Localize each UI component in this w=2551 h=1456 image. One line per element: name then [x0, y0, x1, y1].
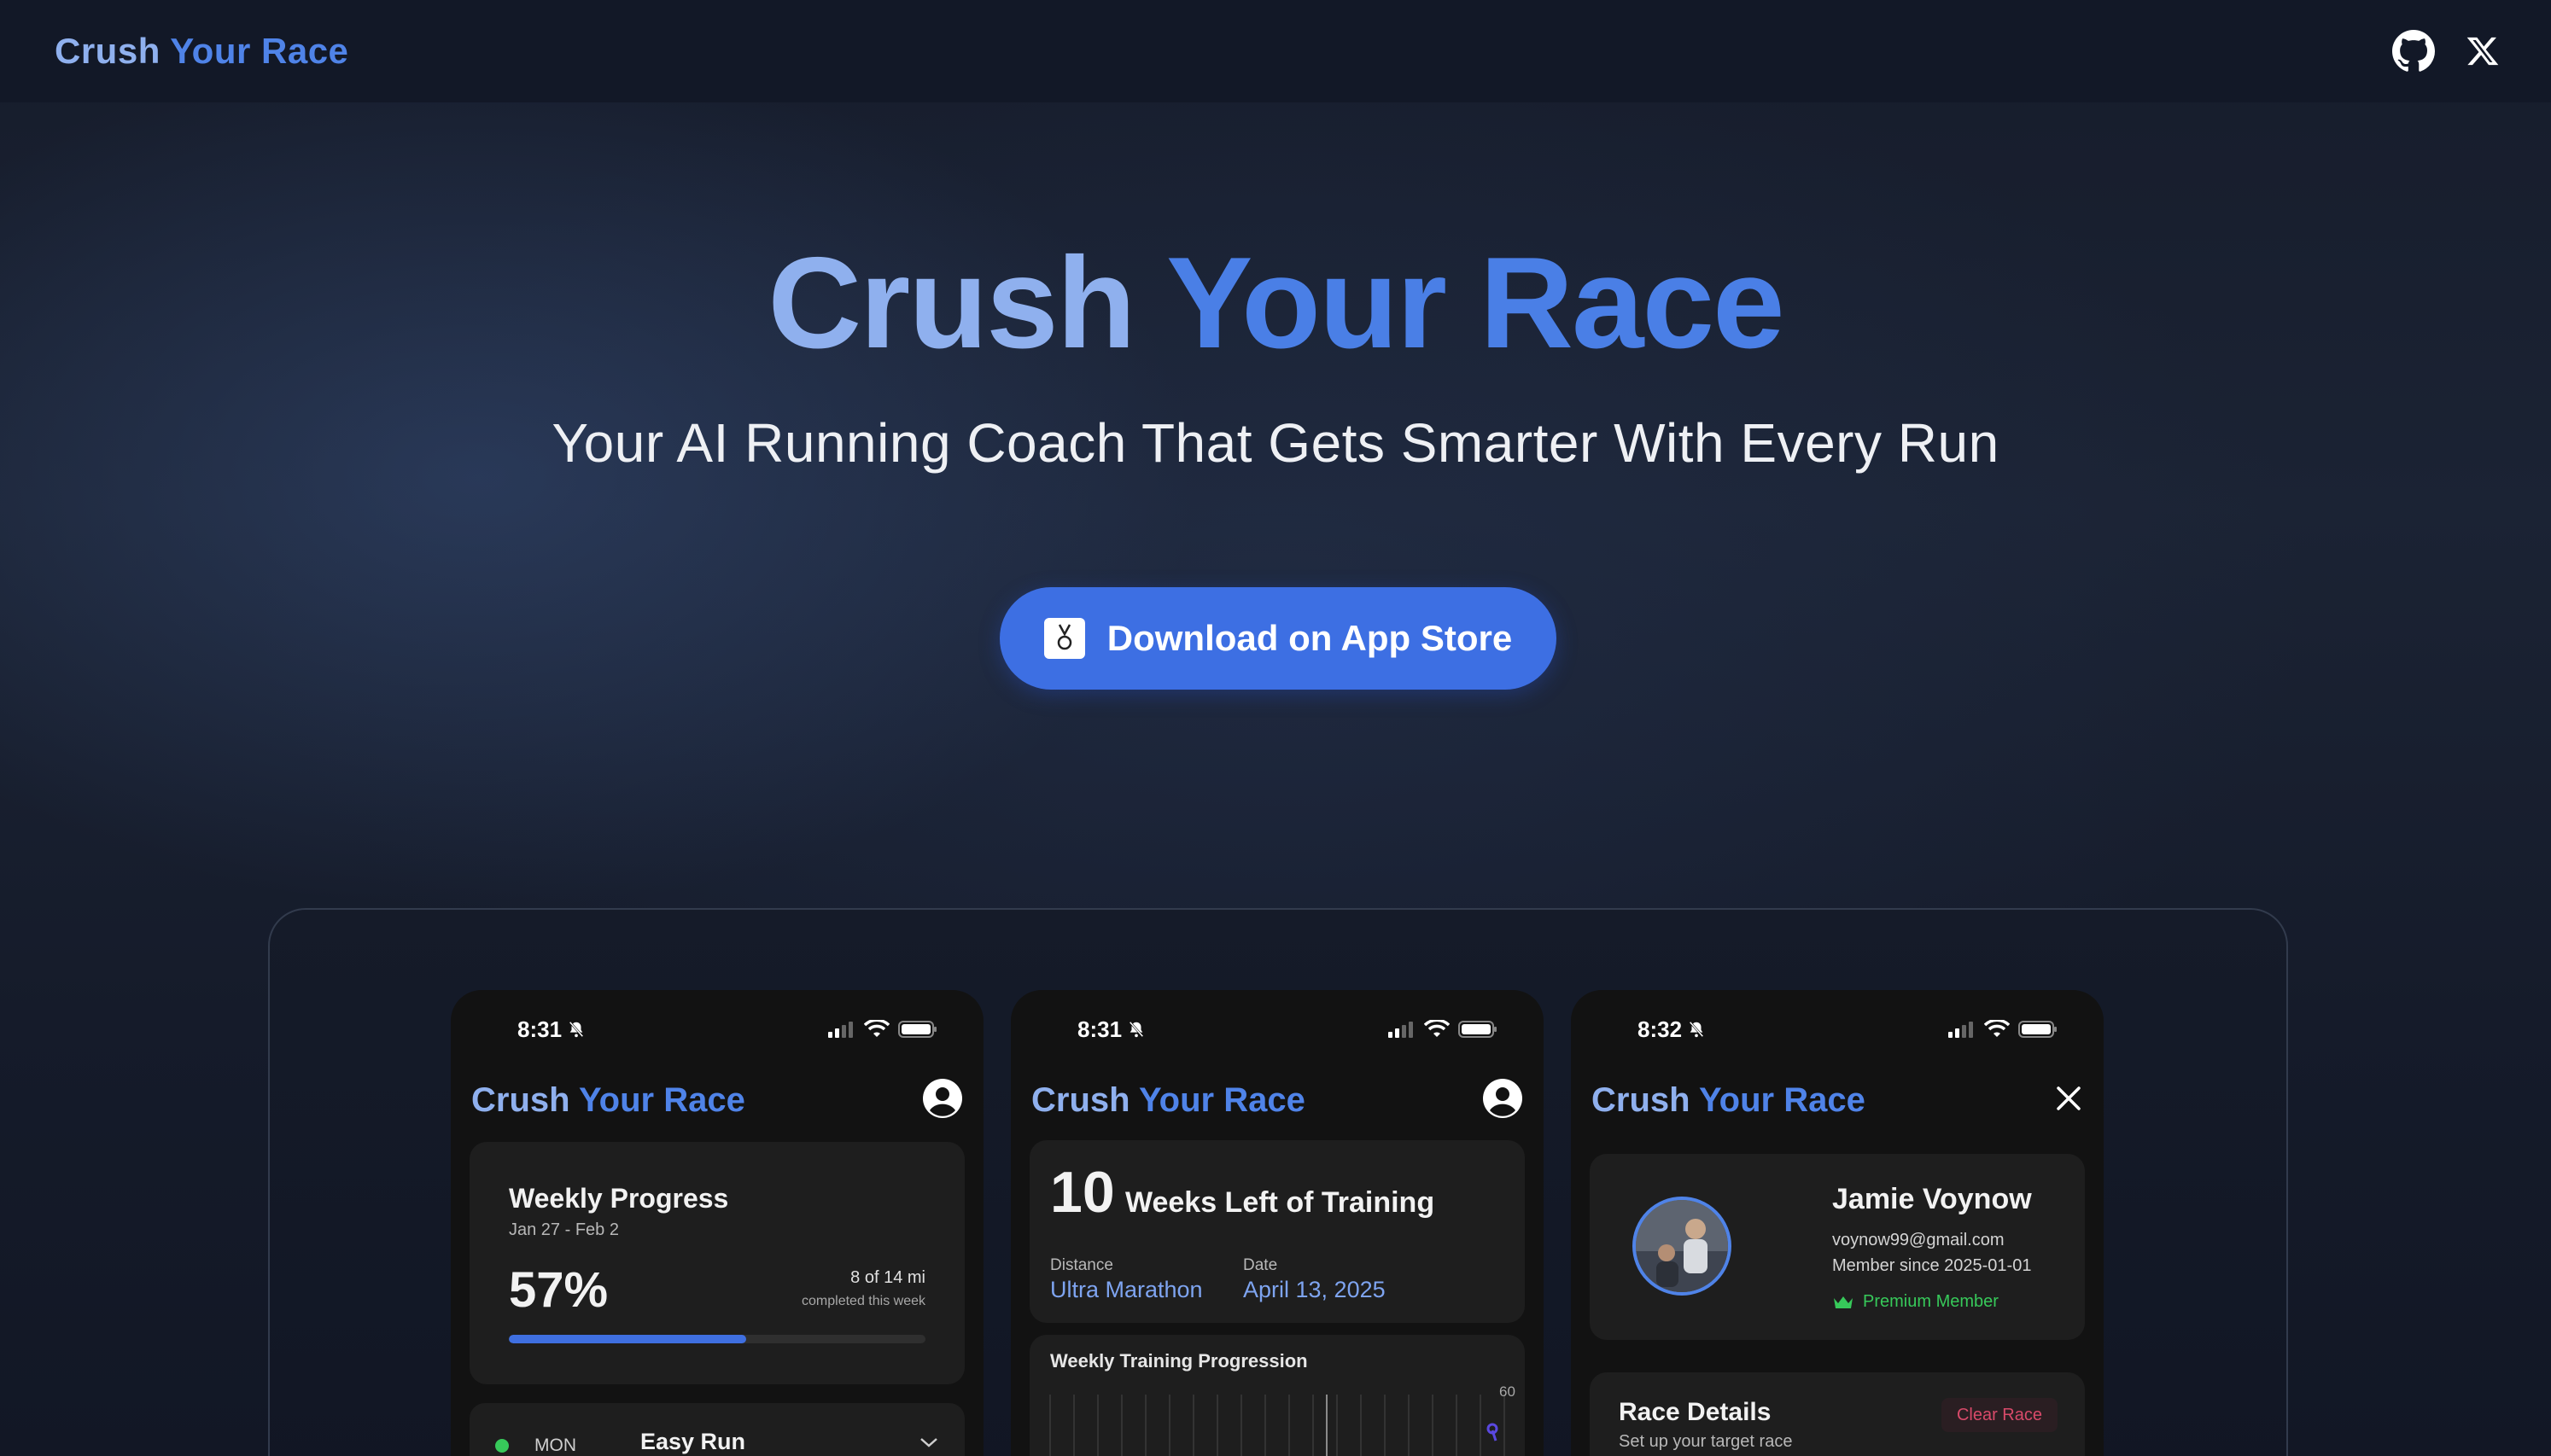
- clear-race-button[interactable]: Clear Race: [1941, 1398, 2058, 1432]
- status-time: 8:32: [1637, 1016, 1683, 1042]
- medal-icon: [1043, 618, 1085, 659]
- battery-icon: [898, 1021, 937, 1038]
- status-bar: 8:32: [1571, 1016, 2104, 1043]
- training-summary-card: 10 Weeks Left of Training Distance Ultra…: [1030, 1140, 1525, 1323]
- workout-label: Easy Run: [640, 1429, 746, 1454]
- completed-dot: [495, 1439, 509, 1453]
- phone-screen-profile: 8:32 Crush Your Race Jamie Voynow voynow…: [1571, 990, 2104, 1456]
- status-time: 8:31: [517, 1016, 563, 1042]
- distance-value: Ultra Marathon: [1050, 1277, 1203, 1302]
- mute-bell-icon: [1689, 1021, 1704, 1038]
- wifi-icon: [1984, 1020, 2010, 1037]
- app-brand-part2: Your Race: [578, 1080, 745, 1119]
- cellular-icon: [828, 1022, 853, 1038]
- distance-label: Distance: [1050, 1256, 1113, 1274]
- app-brand-part1: Crush: [1591, 1080, 1690, 1119]
- progress-bar: [509, 1335, 925, 1343]
- premium-badge: Premium Member: [1832, 1292, 1999, 1312]
- crown-icon: [1834, 1296, 1853, 1308]
- app-brand-part2: Your Race: [1138, 1080, 1305, 1119]
- day-label: MON: [534, 1436, 576, 1455]
- status-bar: 8:31: [1011, 1016, 1544, 1043]
- app-header: Crush Your Race: [1031, 1069, 1523, 1132]
- brand-part2: Your Race: [170, 31, 349, 71]
- app-brand-part1: Crush: [471, 1080, 570, 1119]
- x-icon[interactable]: [2466, 34, 2500, 68]
- weekly-training-chart-card: Weekly Training Progression 60: [1030, 1335, 1525, 1456]
- cellular-icon: [1388, 1022, 1413, 1038]
- weekly-progress-title: Weekly Progress: [509, 1183, 729, 1214]
- status-bar: 8:31: [451, 1016, 984, 1043]
- hero-title-part1: Crush: [768, 230, 1135, 376]
- weeks-left-label: Weeks Left of Training: [1125, 1186, 1435, 1219]
- top-nav: Crush Your Race: [0, 0, 2551, 102]
- profile-icon[interactable]: [1482, 1078, 1523, 1123]
- weekly-progress-card[interactable]: Weekly Progress Jan 27 - Feb 2 57% 8 of …: [470, 1142, 965, 1384]
- hero-title: Crush Your Race: [0, 230, 2551, 376]
- app-brand-part1: Crush: [1031, 1080, 1130, 1119]
- brand-part1: Crush: [55, 31, 161, 71]
- race-details-card: Race Details Set up your target race Cle…: [1590, 1372, 2085, 1456]
- chart-point: [1486, 1423, 1498, 1435]
- battery-icon: [1458, 1021, 1497, 1038]
- profile-member-since: Member since 2025-01-01: [1832, 1256, 2032, 1275]
- github-icon[interactable]: [2392, 30, 2435, 73]
- cellular-icon: [1948, 1022, 1973, 1038]
- weekly-progress-date: Jan 27 - Feb 2: [509, 1220, 619, 1239]
- app-brand: Crush Your Race: [1031, 1081, 1305, 1120]
- training-chart: 60: [1049, 1383, 1515, 1456]
- profile-name: Jamie Voynow: [1832, 1183, 2032, 1215]
- weeks-left-number: 10: [1050, 1160, 1115, 1225]
- avatar: [1632, 1197, 1731, 1296]
- app-brand-part2: Your Race: [1698, 1080, 1865, 1119]
- progress-bar-fill: [509, 1335, 747, 1343]
- weekly-progress-completed: completed this week: [802, 1294, 925, 1308]
- download-button-label: Download on App Store: [1106, 618, 1513, 658]
- app-header: Crush Your Race: [471, 1069, 963, 1132]
- weekly-progress-miles: 8 of 14 mi: [850, 1268, 925, 1287]
- nav-brand[interactable]: Crush Your Race: [55, 31, 348, 72]
- app-brand: Crush Your Race: [1591, 1081, 1865, 1120]
- chart-axis-max-label: 60: [1499, 1383, 1515, 1400]
- nav-icons: [2392, 30, 2500, 73]
- download-app-store-button[interactable]: Download on App Store: [1000, 587, 1556, 690]
- status-time: 8:31: [1077, 1016, 1123, 1042]
- profile-card: Jamie Voynow voynow99@gmail.com Member s…: [1590, 1154, 2085, 1340]
- mute-bell-icon: [569, 1021, 584, 1038]
- date-value: April 13, 2025: [1243, 1277, 1386, 1302]
- race-details-subtitle: Set up your target race: [1619, 1432, 1793, 1451]
- app-brand: Crush Your Race: [471, 1081, 745, 1120]
- phone-screen-training: 8:31 Crush Your Race 10 Weeks Left of Tr…: [1011, 990, 1544, 1456]
- premium-badge-label: Premium Member: [1863, 1292, 1999, 1311]
- app-header: Crush Your Race: [1591, 1069, 2083, 1132]
- profile-icon[interactable]: [922, 1078, 963, 1123]
- chart-grid: [1049, 1395, 1505, 1456]
- hero-subtitle: Your AI Running Coach That Gets Smarter …: [552, 412, 1999, 474]
- phone-screen-progress: 8:31 Crush Your Race Weekly Progress Jan…: [451, 990, 984, 1456]
- profile-email: voynow99@gmail.com: [1832, 1231, 2005, 1249]
- race-details-title: Race Details: [1619, 1398, 1772, 1426]
- chevron-down-icon[interactable]: [919, 1436, 939, 1453]
- day-row-mon[interactable]: MON Easy Run: [470, 1403, 965, 1456]
- close-icon[interactable]: [2054, 1084, 2083, 1117]
- battery-icon: [2018, 1021, 2057, 1038]
- mute-bell-icon: [1129, 1021, 1144, 1038]
- hero-title-part2: Your Race: [1166, 230, 1785, 376]
- date-label: Date: [1243, 1256, 1278, 1274]
- wifi-icon: [864, 1020, 890, 1037]
- wifi-icon: [1424, 1020, 1450, 1037]
- weekly-progress-percent: 57%: [509, 1262, 609, 1318]
